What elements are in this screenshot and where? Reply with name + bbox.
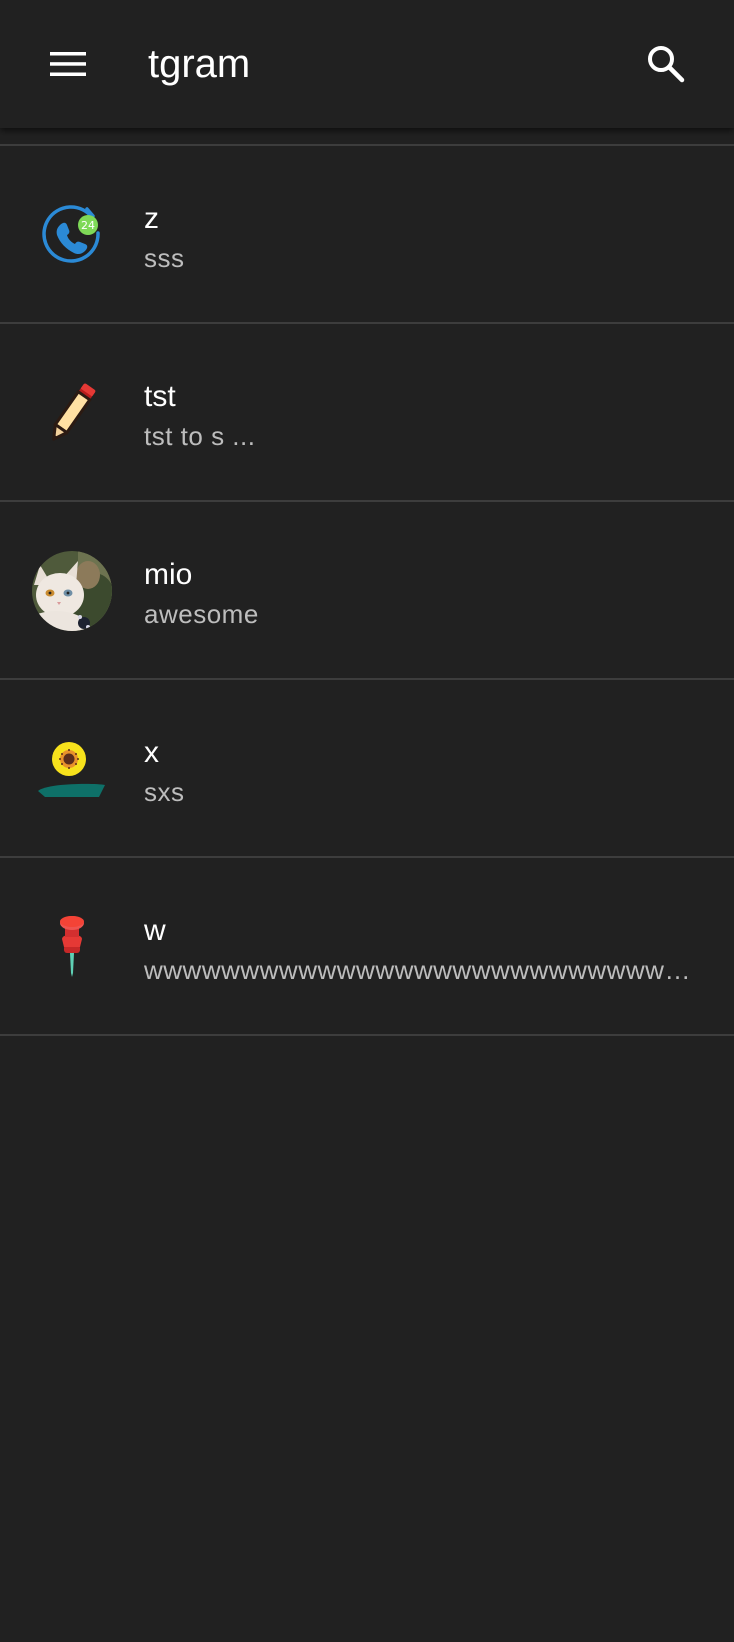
chat-list: 24 z sss tst tst to s ... mio awesome x … bbox=[0, 128, 734, 1036]
app-title: tgram bbox=[148, 42, 251, 86]
chat-item-z[interactable]: 24 z sss bbox=[0, 146, 734, 324]
chat-item-x[interactable]: x sxs bbox=[0, 680, 734, 858]
chat-item-tst[interactable]: tst tst to s ... bbox=[0, 324, 734, 502]
chat-subtitle: sss bbox=[144, 243, 185, 273]
pencil-icon bbox=[30, 371, 114, 455]
app-bar: tgram bbox=[0, 0, 734, 128]
chat-title: x bbox=[144, 736, 159, 769]
flower-person-icon bbox=[30, 727, 114, 811]
chat-subtitle: tst to s ... bbox=[144, 421, 256, 451]
chat-subtitle: sxs bbox=[144, 777, 185, 807]
badge-24-label: 24 bbox=[81, 219, 95, 232]
chat-subtitle: awesome bbox=[144, 599, 259, 629]
search-button[interactable] bbox=[630, 30, 702, 98]
chat-subtitle: wwwwwwwwwwwwwwwwwwwwwwwwwwwwwwwwwwwwwwww… bbox=[144, 955, 704, 985]
chat-title: z bbox=[144, 202, 159, 235]
chat-item-mio[interactable]: mio awesome bbox=[0, 502, 734, 680]
search-icon bbox=[648, 46, 685, 83]
chat-title: w bbox=[144, 914, 166, 947]
chat-title: mio bbox=[144, 558, 193, 591]
hamburger-menu-icon bbox=[50, 52, 86, 76]
chat-title: tst bbox=[144, 380, 176, 413]
chat-item-w[interactable]: w wwwwwwwwwwwwwwwwwwwwwwwwwwwwwwwwwwwwww… bbox=[0, 858, 734, 1036]
menu-button[interactable] bbox=[30, 30, 106, 98]
phone-24-icon: 24 bbox=[30, 193, 114, 277]
pushpin-icon bbox=[30, 905, 114, 989]
cat-photo-avatar bbox=[30, 549, 114, 633]
